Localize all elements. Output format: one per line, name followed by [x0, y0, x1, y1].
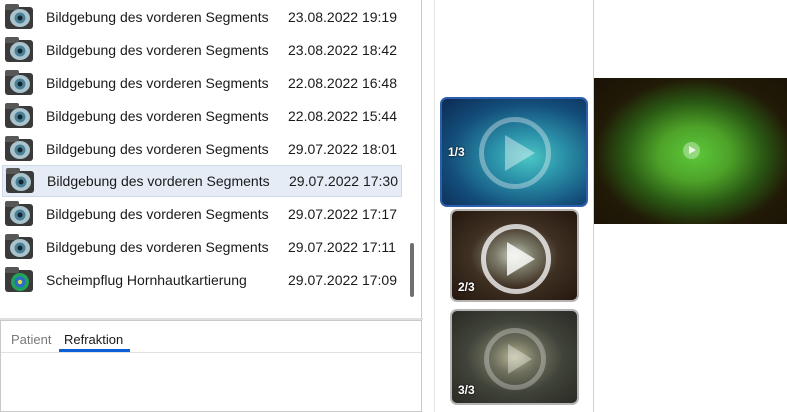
tab-bar: Patient Refraktion — [1, 321, 421, 353]
exam-list-row[interactable]: Bildgebung des vorderen Segments 23.08.20… — [2, 1, 402, 33]
exam-name: Scheimpflug Hornhautkartierung — [46, 272, 247, 288]
exam-list-row[interactable]: Bildgebung des vorderen Segments 23.08.20… — [2, 34, 402, 66]
exam-date: 22.08.2022 16:48 — [288, 75, 397, 91]
exam-list-row[interactable]: Bildgebung des vorderen Segments 29.07.20… — [2, 231, 402, 263]
list-scrollbar[interactable] — [410, 243, 414, 297]
anterior-segment-icon — [4, 68, 36, 98]
thumbnail-index: 1/3 — [448, 145, 465, 159]
exam-name: Bildgebung des vorderen Segments — [46, 42, 269, 58]
anterior-segment-icon — [4, 35, 36, 65]
play-icon[interactable] — [683, 142, 700, 159]
exam-date: 29.07.2022 17:09 — [288, 272, 397, 288]
exam-list-row[interactable]: Bildgebung des vorderen Segments 29.07.20… — [2, 133, 402, 165]
exam-date: 29.07.2022 17:30 — [289, 173, 398, 189]
exam-list-row[interactable]: Scheimpflug Hornhautkartierung 29.07.2022… — [2, 264, 402, 296]
anterior-segment-icon — [4, 199, 36, 229]
exam-date: 29.07.2022 18:01 — [288, 141, 397, 157]
exam-name: Bildgebung des vorderen Segments — [46, 141, 269, 157]
exam-list-row[interactable]: Bildgebung des vorderen Segments 29.07.20… — [2, 198, 402, 230]
active-tab-indicator — [59, 349, 130, 352]
anterior-segment-icon — [5, 166, 37, 196]
exam-date: 23.08.2022 19:19 — [288, 9, 397, 25]
exam-name: Bildgebung des vorderen Segments — [46, 206, 269, 222]
exam-date: 29.07.2022 17:11 — [288, 239, 396, 255]
anterior-segment-icon — [4, 101, 36, 131]
scheimpflug-icon — [4, 265, 36, 295]
exam-list: Bildgebung des vorderen Segments 23.08.20… — [0, 0, 422, 318]
exam-list-row[interactable]: Bildgebung des vorderen Segments 22.08.20… — [2, 100, 402, 132]
thumbnail-index: 3/3 — [458, 383, 475, 397]
exam-name: Bildgebung des vorderen Segments — [46, 108, 269, 124]
exam-date: 23.08.2022 18:42 — [288, 42, 397, 58]
exam-list-row[interactable]: Bildgebung des vorderen Segments 29.07.20… — [2, 165, 402, 197]
details-panel: Patient Refraktion — [0, 320, 422, 412]
image-thumbnail-column: 1/3 2/3 3/3 — [434, 0, 594, 412]
exam-date: 29.07.2022 17:17 — [288, 206, 397, 222]
anterior-segment-icon — [4, 134, 36, 164]
thumbnail-index: 2/3 — [458, 280, 475, 294]
image-thumbnail-2[interactable]: 2/3 — [450, 209, 579, 302]
exam-name: Bildgebung des vorderen Segments — [46, 75, 269, 91]
exam-list-row[interactable]: Bildgebung des vorderen Segments 22.08.20… — [2, 67, 402, 99]
anterior-segment-icon — [4, 232, 36, 262]
image-thumbnail-1[interactable]: 1/3 — [440, 97, 588, 207]
tab-patient[interactable]: Patient — [11, 332, 51, 347]
exam-date: 22.08.2022 15:44 — [288, 108, 397, 124]
exam-name: Bildgebung des vorderen Segments — [46, 9, 269, 25]
anterior-segment-icon — [4, 2, 36, 32]
exam-name: Bildgebung des vorderen Segments — [47, 173, 270, 189]
exam-name: Bildgebung des vorderen Segments — [46, 239, 269, 255]
image-preview[interactable] — [594, 78, 787, 224]
tab-refraktion[interactable]: Refraktion — [64, 332, 123, 347]
image-thumbnail-3[interactable]: 3/3 — [450, 309, 579, 405]
